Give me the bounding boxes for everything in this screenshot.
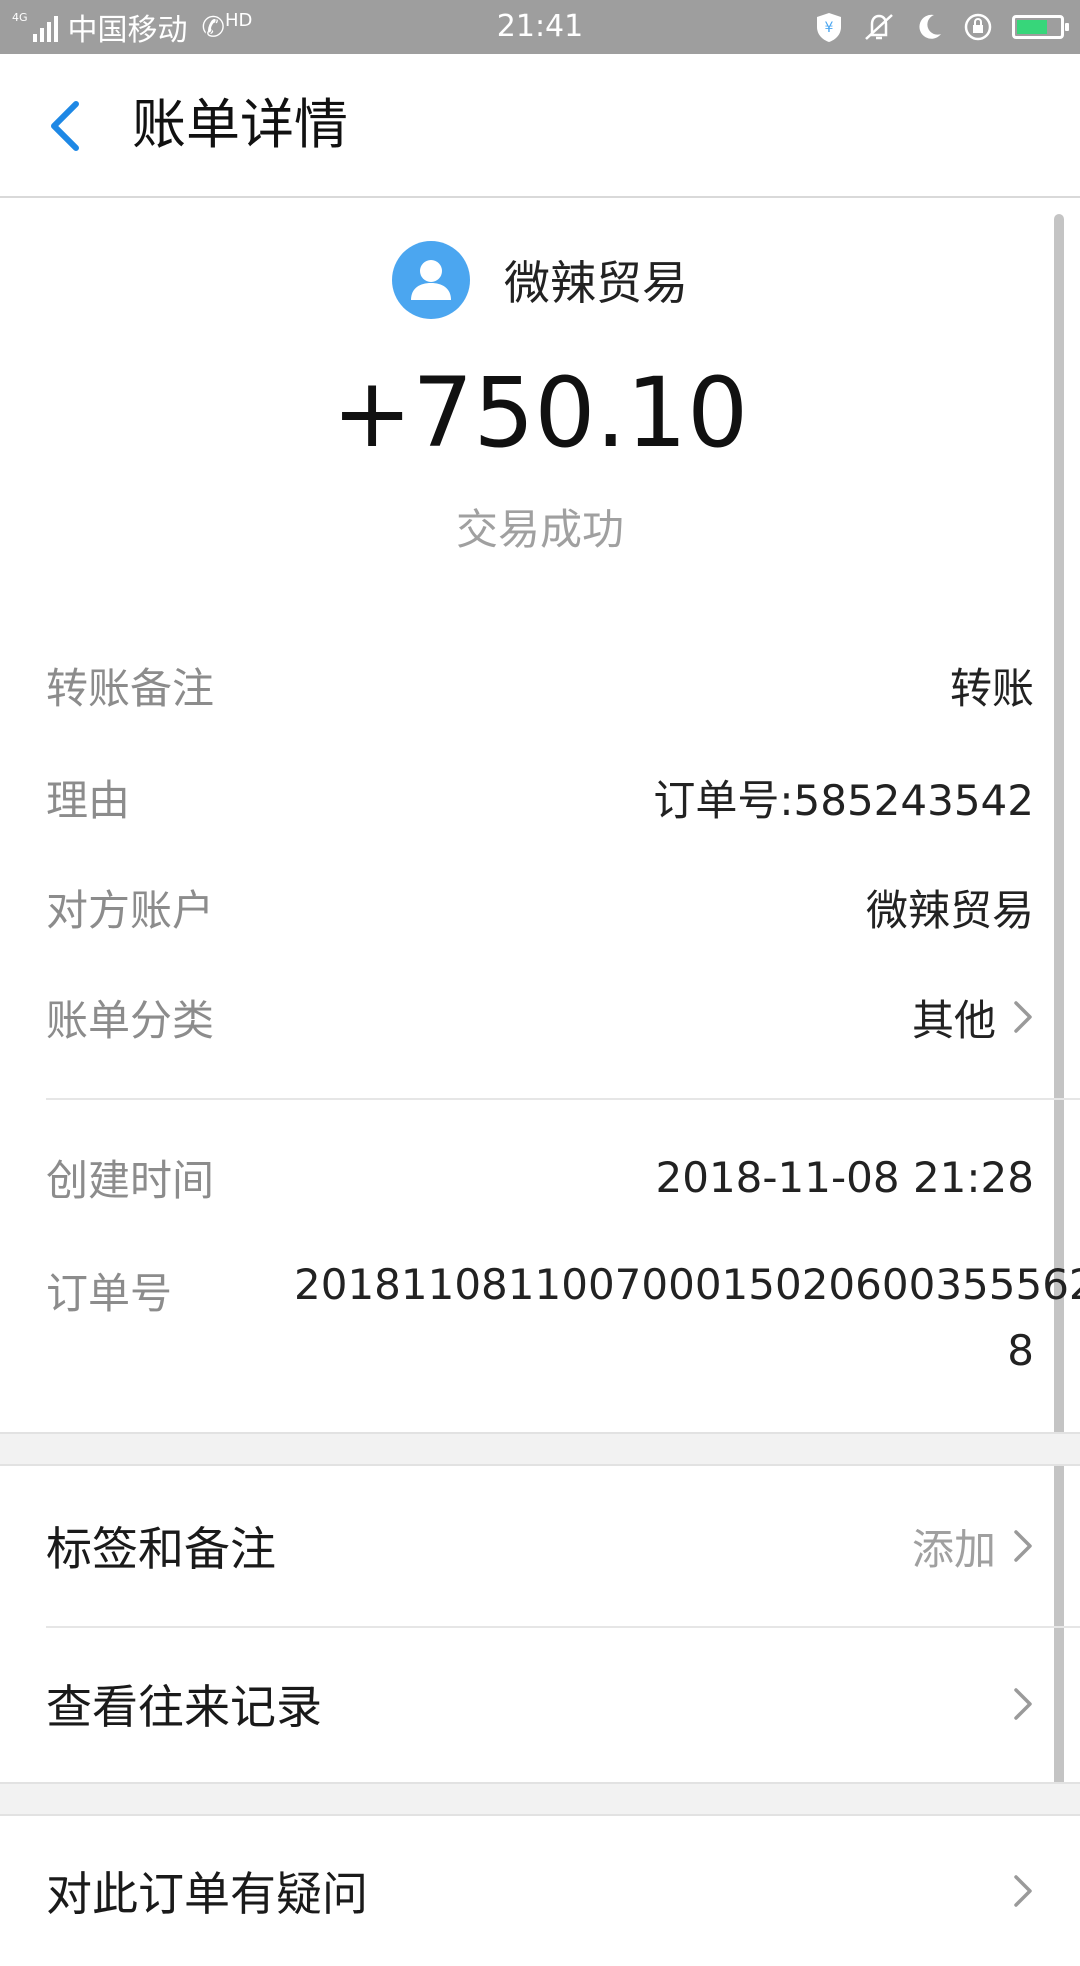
category-value: 其他 xyxy=(911,995,996,1045)
tags-and-notes-row[interactable]: 标签和备注 添加 xyxy=(46,1466,1034,1626)
moon-icon xyxy=(914,12,944,42)
detail-row-remark: 转账备注 转账 xyxy=(46,650,1034,720)
order-number-label: 订单号 xyxy=(46,1269,173,1318)
svg-text:¥: ¥ xyxy=(825,20,834,36)
detail-row-category[interactable]: 账单分类 其他 xyxy=(46,982,1034,1052)
created-time-label: 创建时间 xyxy=(46,1155,215,1205)
nav-bar: 账单详情 xyxy=(0,54,1080,198)
status-right: ¥ xyxy=(796,0,1069,54)
section-gap xyxy=(0,1782,1080,1816)
tags-and-notes-label: 标签和备注 xyxy=(46,1522,276,1576)
order-number-value: 2018110811007000150206003555629 8 xyxy=(294,1260,1080,1375)
add-hint: 添加 xyxy=(911,1524,996,1574)
back-button[interactable] xyxy=(38,98,94,154)
detail-row-account: 对方账户 微辣贸易 xyxy=(46,872,1034,942)
tags-and-notes-action: 添加 xyxy=(912,1516,1034,1577)
battery-icon xyxy=(1012,15,1069,39)
view-history-label: 查看往来记录 xyxy=(46,1680,322,1734)
view-history-action xyxy=(996,1686,1034,1722)
category-value-group: 其他 xyxy=(912,987,1034,1048)
reason-label: 理由 xyxy=(46,775,131,825)
view-history-row[interactable]: 查看往来记录 xyxy=(46,1626,1034,1782)
reason-value: 订单号:585243542 xyxy=(653,775,1034,825)
security-shield-icon: ¥ xyxy=(814,11,844,43)
order-question-row[interactable]: 对此订单有疑问 xyxy=(46,1816,1034,1966)
detail-row-created-time: 创建时间 2018-11-08 21:28 xyxy=(46,1142,1034,1212)
chevron-right-icon xyxy=(1012,1528,1034,1564)
created-time-value: 2018-11-08 21:28 xyxy=(655,1152,1034,1202)
page-title: 账单详情 xyxy=(132,93,348,156)
user-avatar-icon xyxy=(392,241,470,319)
chevron-right-icon xyxy=(1012,1873,1034,1909)
payee-name: 微辣贸易 xyxy=(504,256,688,310)
vibrate-off-icon xyxy=(862,11,896,43)
chevron-left-icon xyxy=(51,101,79,151)
order-question-label: 对此订单有疑问 xyxy=(46,1867,368,1921)
chevron-right-icon xyxy=(1012,1686,1034,1722)
chevron-right-icon xyxy=(1012,999,1034,1035)
rotation-lock-icon xyxy=(962,11,994,43)
order-question-action xyxy=(996,1873,1034,1909)
category-label: 账单分类 xyxy=(46,995,215,1045)
account-value: 微辣贸易 xyxy=(865,885,1034,935)
remark-label: 转账备注 xyxy=(46,663,215,713)
remark-value: 转账 xyxy=(949,663,1034,713)
detail-row-reason: 理由 订单号:585243542 xyxy=(46,762,1034,832)
battery-level xyxy=(1017,20,1047,34)
divider xyxy=(46,1098,1080,1100)
payee-header: 微辣贸易 xyxy=(0,240,1080,320)
status-bar: 4G 中国移动 ✆HD 21:41 ¥ xyxy=(0,0,1080,54)
section-gap xyxy=(0,1432,1080,1466)
transaction-amount: +750.10 xyxy=(331,357,749,469)
transaction-status: 交易成功 xyxy=(455,505,624,554)
account-label: 对方账户 xyxy=(46,885,215,935)
